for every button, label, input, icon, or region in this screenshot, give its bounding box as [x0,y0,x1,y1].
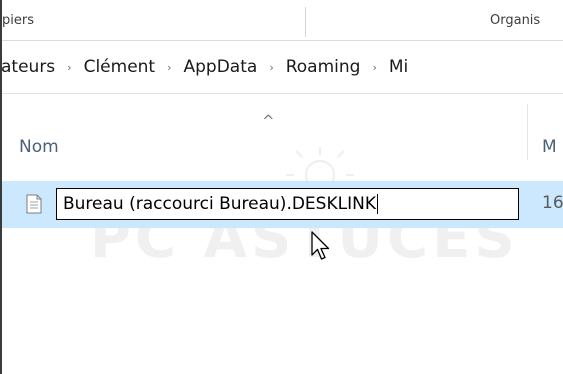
ribbon-group-organize-label: Organis [490,13,541,28]
file-modified-date: 16 [542,193,563,213]
breadcrumb-item-clement[interactable]: Clément [81,57,159,77]
breadcrumb: ateurs › Clément › AppData › Roaming › M… [0,51,411,83]
address-bar[interactable]: ateurs › Clément › AppData › Roaming › M… [0,41,563,94]
chevron-right-icon[interactable]: › [58,61,80,74]
column-header-row: Nom ^ M [2,94,563,170]
mouse-pointer-icon [311,231,330,260]
breadcrumb-item-appdata[interactable]: AppData [181,57,261,77]
chevron-right-icon[interactable]: › [363,61,385,74]
rename-input-value: Bureau (raccourci Bureau).DESKLINK [63,194,376,214]
ribbon-group-separator [305,7,306,37]
column-resize-handle[interactable] [527,104,528,160]
document-icon [26,194,42,214]
ribbon-group-clipboard-label: piers [2,13,34,28]
file-row-selected[interactable]: Bureau (raccourci Bureau).DESKLINK 16 [2,181,563,228]
rename-input[interactable]: Bureau (raccourci Bureau).DESKLINK [56,188,519,220]
chevron-right-icon[interactable]: › [260,61,282,74]
text-caret [376,194,378,214]
breadcrumb-item-microsoft[interactable]: Mi [386,57,411,77]
sort-ascending-icon: ^ [262,112,275,130]
breadcrumb-item-users[interactable]: ateurs [0,57,58,77]
ribbon-group-labels: piers Organis [2,0,563,41]
breadcrumb-item-roaming[interactable]: Roaming [283,57,364,77]
chevron-right-icon[interactable]: › [158,61,180,74]
column-header-modified[interactable]: M [542,137,557,157]
column-header-name[interactable]: Nom [19,137,59,157]
